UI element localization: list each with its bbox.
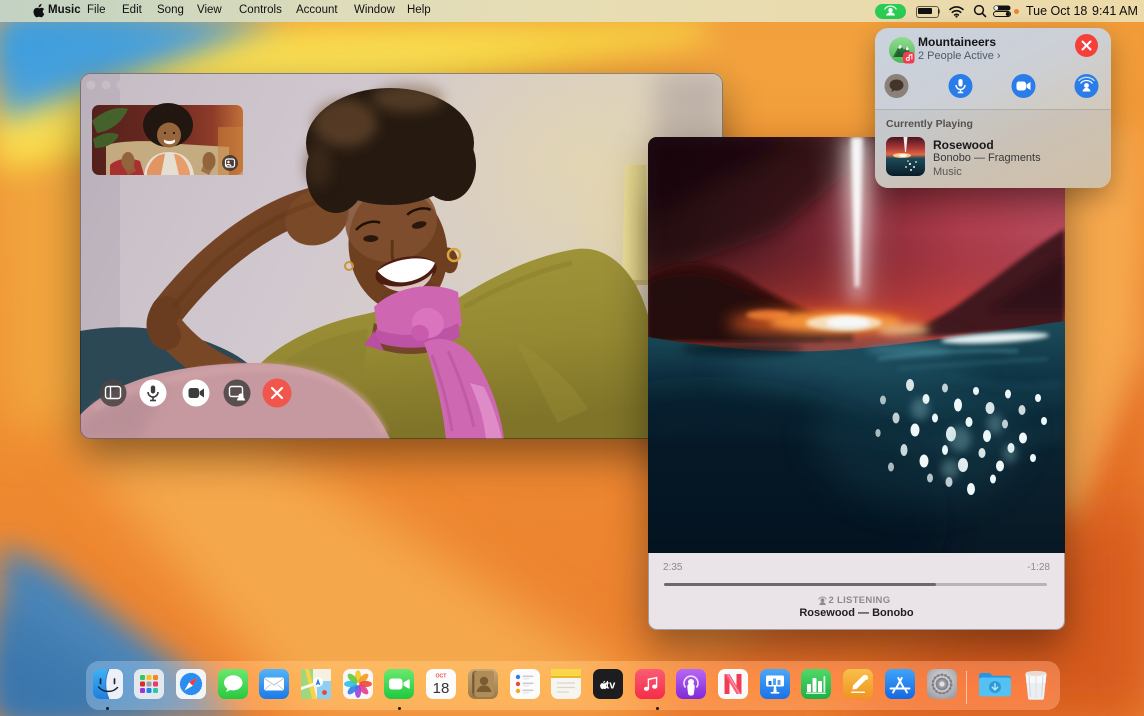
svg-text:tv: tv [606, 680, 617, 692]
svg-text:18: 18 [433, 680, 450, 697]
svg-text:OCT: OCT [436, 674, 448, 680]
